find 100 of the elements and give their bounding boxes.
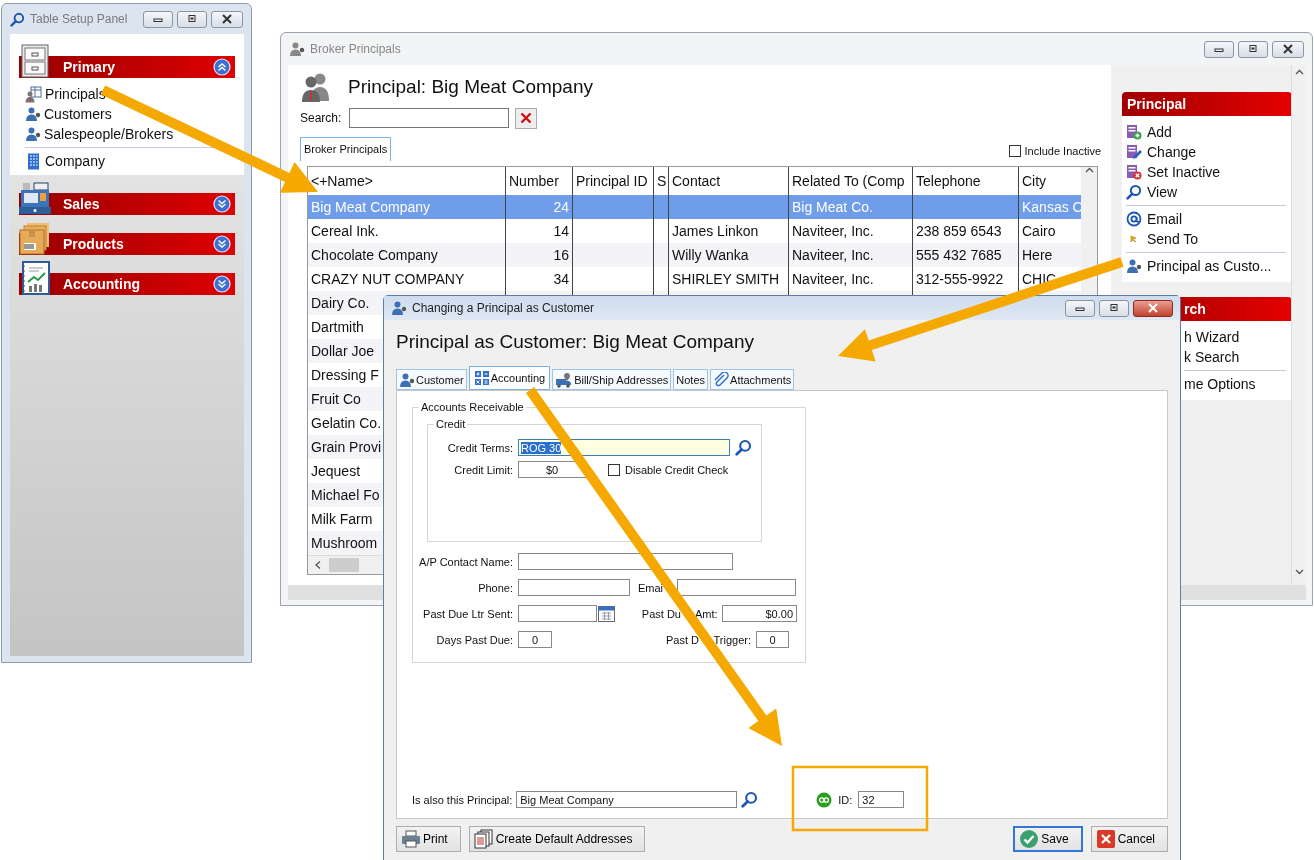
search-field[interactable] bbox=[349, 108, 510, 128]
person-icon bbox=[1126, 258, 1142, 274]
scroll-up-icon[interactable] bbox=[1084, 167, 1094, 173]
table-cell: 16 bbox=[506, 243, 573, 267]
dialog-button[interactable]: Print bbox=[396, 826, 461, 852]
field-label: Past Due Ltr Sent: bbox=[422, 607, 513, 620]
checkbox[interactable] bbox=[608, 463, 620, 476]
search-icon[interactable] bbox=[735, 439, 752, 456]
group-header[interactable]: Accounting bbox=[19, 262, 235, 295]
action-link[interactable]: Change bbox=[1126, 142, 1286, 162]
paperclip-icon bbox=[713, 371, 730, 388]
field-label: Past D bbox=[665, 633, 699, 646]
person-icon bbox=[25, 126, 41, 142]
checkbox[interactable] bbox=[1008, 145, 1021, 157]
person-icon bbox=[399, 371, 415, 388]
logo bbox=[816, 791, 833, 808]
input-field[interactable] bbox=[518, 579, 630, 596]
nav-item[interactable]: Principals bbox=[25, 84, 235, 104]
table-cell: Naviteer, Inc. bbox=[789, 243, 913, 267]
action-link[interactable]: me Options bbox=[1184, 370, 1286, 394]
search-icon[interactable] bbox=[10, 11, 25, 27]
search-icon[interactable] bbox=[741, 791, 759, 808]
checkmark-icon bbox=[1019, 829, 1040, 849]
window-title: Broker Principals bbox=[310, 42, 401, 56]
input-field[interactable]: 32 bbox=[858, 791, 905, 808]
table-row[interactable]: Chocolate Company 16 Willy Wanka Naviteer, Inc. 555 432 7685 Here bbox=[308, 243, 1081, 267]
input-field[interactable]: $0.00 bbox=[722, 605, 797, 622]
table-cell-text: Kansas C bbox=[1021, 198, 1081, 217]
close-button[interactable] bbox=[1272, 40, 1304, 58]
close-button[interactable] bbox=[1133, 299, 1173, 317]
tab[interactable]: Notes bbox=[673, 369, 709, 390]
tab[interactable]: Broker Principals bbox=[300, 137, 392, 161]
scroll-thumb[interactable] bbox=[329, 558, 359, 572]
field-label: Past Du bbox=[640, 607, 681, 620]
dialog-button[interactable]: Save bbox=[1013, 826, 1083, 852]
printer-icon bbox=[401, 830, 421, 848]
maximize-button[interactable] bbox=[1238, 40, 1268, 58]
field-label: Phone: bbox=[477, 581, 513, 594]
input-field[interactable] bbox=[518, 553, 733, 570]
calculator-icon bbox=[473, 370, 490, 386]
action-link[interactable]: Add bbox=[1126, 122, 1286, 142]
action-link[interactable]: h Wizard bbox=[1184, 327, 1286, 347]
document-plus-icon bbox=[1126, 124, 1142, 140]
maximize-icon bbox=[1247, 45, 1259, 53]
tab[interactable]: Attachments bbox=[710, 369, 795, 390]
nav-item[interactable]: Salespeople/Brokers bbox=[25, 124, 235, 144]
boxes-icon bbox=[19, 221, 51, 255]
action-link[interactable]: Email bbox=[1126, 205, 1286, 229]
calendar-icon[interactable] bbox=[598, 605, 615, 622]
window-title: Table Setup Panel bbox=[30, 12, 128, 26]
x-icon bbox=[520, 112, 533, 124]
scroll-down-icon[interactable] bbox=[1294, 569, 1304, 575]
document-pencil-icon bbox=[1126, 144, 1142, 160]
table-cell: 24 bbox=[506, 195, 573, 219]
input-field[interactable] bbox=[677, 579, 796, 596]
action-link[interactable]: Set Inactive bbox=[1126, 162, 1286, 182]
input-field[interactable]: 0 bbox=[756, 631, 789, 648]
checkbox-label: Include Inactive bbox=[1024, 145, 1101, 157]
scroll-up-icon[interactable] bbox=[1294, 69, 1304, 75]
close-icon bbox=[221, 14, 233, 24]
tab[interactable]: Bill/Ship Addresses bbox=[552, 369, 672, 390]
group-header[interactable]: Products bbox=[19, 222, 235, 255]
column-header[interactable]: City bbox=[1019, 167, 1081, 195]
clear-search-button[interactable] bbox=[515, 107, 538, 129]
maximize-button[interactable] bbox=[177, 10, 207, 28]
action-link[interactable]: Send To bbox=[1126, 229, 1286, 249]
action-link[interactable]: k Search bbox=[1184, 347, 1286, 367]
input-field[interactable]: 0 bbox=[518, 631, 552, 648]
input-field[interactable]: ROG 30 bbox=[518, 439, 730, 456]
close-button[interactable] bbox=[211, 10, 243, 28]
file-cabinet-icon bbox=[19, 44, 51, 78]
expand-icon[interactable] bbox=[213, 195, 231, 213]
nav-item[interactable]: Customers bbox=[25, 104, 235, 124]
action-link[interactable]: Principal as Custo... bbox=[1126, 252, 1286, 276]
tab[interactable]: Customer bbox=[396, 369, 467, 390]
group-header[interactable]: Sales bbox=[19, 182, 235, 215]
group-header[interactable]: Primary bbox=[19, 45, 235, 78]
expand-icon[interactable] bbox=[213, 275, 231, 293]
truck-icon bbox=[555, 371, 574, 388]
maximize-button[interactable] bbox=[1099, 299, 1129, 317]
checkbox-label: Disable Credit Check bbox=[625, 463, 729, 476]
action-link[interactable]: View bbox=[1126, 182, 1286, 202]
date-field[interactable] bbox=[518, 605, 597, 622]
table-cell: Willy Wanka bbox=[669, 243, 789, 267]
group-title: Credit bbox=[435, 418, 467, 430]
expand-icon[interactable] bbox=[213, 235, 231, 253]
cash-register-icon bbox=[19, 181, 51, 215]
collapse-icon[interactable] bbox=[213, 58, 231, 76]
dialog-button[interactable]: Cancel bbox=[1090, 826, 1168, 852]
scrollbar[interactable] bbox=[1291, 65, 1306, 585]
field-label: Trigger: bbox=[713, 633, 751, 646]
document-x-icon bbox=[1126, 164, 1142, 180]
maximize-icon bbox=[186, 15, 198, 23]
search-icon[interactable] bbox=[1126, 184, 1142, 200]
tab[interactable]: Accounting bbox=[468, 366, 551, 390]
person-icon bbox=[25, 106, 41, 122]
input-field[interactable]: $0 bbox=[518, 461, 586, 478]
dialog-button[interactable]: Create Default Addresses bbox=[468, 826, 646, 852]
input-field[interactable]: Big Meat Company bbox=[516, 791, 738, 808]
section-header: Principal bbox=[1122, 92, 1292, 116]
